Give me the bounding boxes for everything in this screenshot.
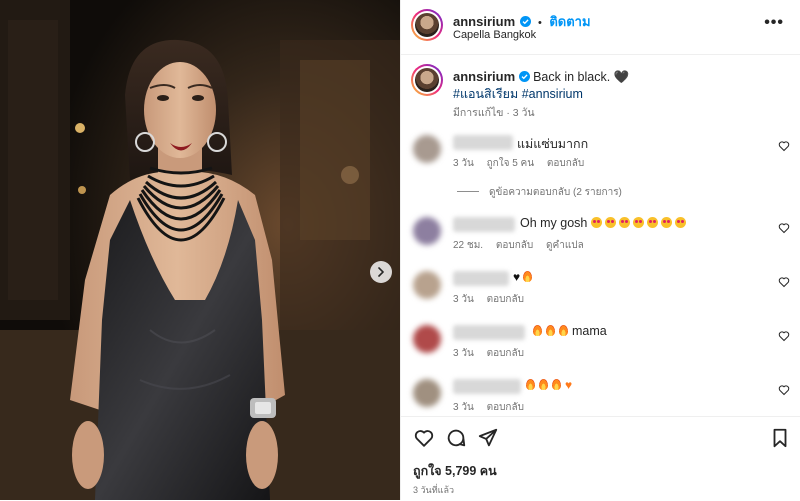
comment-meta: 3 วัน ถูกใจ 5 คน ตอบกลับ	[453, 156, 594, 171]
comment-text: mama	[533, 324, 607, 338]
reply-button[interactable]: ตอบกลับ	[487, 294, 524, 305]
instagram-post: annsirium • ติดตาม Capella Bangkok ••• a…	[0, 0, 800, 500]
commenter-avatar[interactable]	[413, 217, 441, 245]
like-comment-heart-icon[interactable]	[778, 222, 790, 234]
caption-meta: มีการแก้ไข · 3 วัน	[453, 107, 535, 119]
fire-emoji	[523, 271, 533, 282]
share-paper-plane-icon[interactable]	[477, 427, 499, 449]
reply-button[interactable]: ตอบกลับ	[487, 348, 524, 359]
like-heart-icon[interactable]	[413, 427, 435, 449]
caption-text: Back in black.	[533, 70, 614, 84]
hashtag-link[interactable]: #แอนสิเรียม	[453, 87, 518, 101]
comment-item: แม่แซ่บมากก 3 วัน ถูกใจ 5 คน ตอบกลับ	[401, 132, 800, 182]
reply-button[interactable]: ตอบกลับ	[496, 240, 533, 251]
comment-item: ♥ 3 วัน ตอบกลับ	[401, 268, 800, 318]
commenter-username-blurred[interactable]	[453, 379, 521, 394]
fire-emoji	[546, 325, 555, 336]
post-panel: annsirium • ติดตาม Capella Bangkok ••• a…	[400, 0, 800, 500]
commenter-username-blurred[interactable]	[453, 217, 515, 232]
fire-emoji	[539, 379, 548, 390]
save-bookmark-icon[interactable]	[769, 427, 791, 449]
comment-item: mama 3 วัน ตอบกลับ	[401, 322, 800, 372]
caption-username[interactable]: annsirium	[453, 69, 515, 84]
comment-meta: 22 ชม. ตอบกลับ ดูคำแปล	[453, 238, 594, 253]
location-link[interactable]: Capella Bangkok	[453, 29, 536, 41]
verified-badge-icon	[518, 71, 530, 82]
comment-time: 3 วัน	[453, 294, 474, 305]
comment-meta: 3 วัน ตอบกลับ	[453, 346, 534, 361]
commenter-avatar[interactable]	[413, 135, 441, 163]
post-caption: annsirium Back in black. 🖤 #แอนสิเรียม #…	[453, 68, 783, 103]
comment-time: 22 ชม.	[453, 240, 484, 251]
next-image-button[interactable]	[370, 261, 392, 283]
heart-eyes-emoji	[674, 217, 686, 228]
post-media[interactable]	[0, 0, 400, 500]
fire-emoji	[559, 325, 568, 336]
black-heart-emoji: 🖤	[613, 70, 630, 84]
comment-meta: 3 วัน ตอบกลับ	[453, 400, 534, 415]
comment-text: ♥	[526, 378, 572, 392]
comment-time: 3 วัน	[453, 402, 474, 413]
post-actions: ถูกใจ 5,799 คน 3 วันที่แล้ว	[401, 416, 800, 501]
post-date: 3 วันที่แล้ว	[413, 485, 455, 495]
post-header: annsirium • ติดตาม Capella Bangkok •••	[401, 0, 800, 55]
heart-eyes-emoji	[646, 217, 658, 228]
comment-text: Oh my gosh	[520, 216, 689, 230]
like-comment-heart-icon[interactable]	[778, 276, 790, 288]
like-comment-heart-icon[interactable]	[778, 140, 790, 152]
comment-bubble-icon[interactable]	[445, 427, 467, 449]
follow-button[interactable]: ติดตาม	[549, 14, 590, 29]
post-photo	[0, 0, 400, 500]
commenter-avatar[interactable]	[413, 325, 441, 353]
fire-emoji	[552, 379, 561, 390]
reply-button[interactable]: ตอบกลับ	[487, 402, 524, 413]
heart-eyes-emoji	[590, 217, 602, 228]
comment-item: Oh my gosh 22 ชม. ตอบกลับ ดูคำแปล	[401, 214, 800, 264]
translate-button[interactable]: ดูคำแปล	[546, 240, 584, 251]
black-heart-emoji: ♥	[513, 270, 521, 284]
separator-dot: •	[538, 17, 542, 29]
author-avatar[interactable]	[411, 9, 443, 41]
comment-text: แม่แซ่บมากก	[517, 137, 589, 151]
likes-count[interactable]: ถูกใจ 5,799 คน	[413, 461, 497, 481]
commenter-username-blurred[interactable]	[453, 135, 513, 150]
author-username[interactable]: annsirium	[453, 14, 515, 29]
commenter-username-blurred[interactable]	[453, 271, 509, 286]
commenter-username-blurred[interactable]	[453, 325, 525, 340]
fire-emoji	[526, 379, 535, 390]
comment-text: ♥	[513, 270, 536, 284]
chevron-right-icon	[378, 267, 384, 277]
heart-eyes-emoji	[660, 217, 672, 228]
orange-heart-emoji: ♥	[565, 378, 573, 392]
commenter-avatar[interactable]	[413, 379, 441, 407]
like-comment-heart-icon[interactable]	[778, 330, 790, 342]
hashtag-link[interactable]: #annsirium	[522, 87, 583, 101]
reply-button[interactable]: ตอบกลับ	[547, 158, 584, 169]
heart-eyes-emoji	[604, 217, 616, 228]
comment-time: 3 วัน	[453, 348, 474, 359]
comment-time: 3 วัน	[453, 158, 474, 169]
like-comment-heart-icon[interactable]	[778, 384, 790, 396]
commenter-avatar[interactable]	[413, 271, 441, 299]
more-options-icon[interactable]: •••	[764, 14, 784, 32]
view-replies-button[interactable]: ดูข้อความตอบกลับ (2 รายการ)	[457, 185, 622, 200]
comment-likes[interactable]: ถูกใจ 5 คน	[487, 158, 535, 169]
comment-meta: 3 วัน ตอบกลับ	[453, 292, 534, 307]
fire-emoji	[533, 325, 542, 336]
heart-eyes-emoji	[618, 217, 630, 228]
verified-badge-icon	[519, 16, 531, 27]
heart-eyes-emoji	[632, 217, 644, 228]
caption-avatar[interactable]	[411, 64, 443, 96]
